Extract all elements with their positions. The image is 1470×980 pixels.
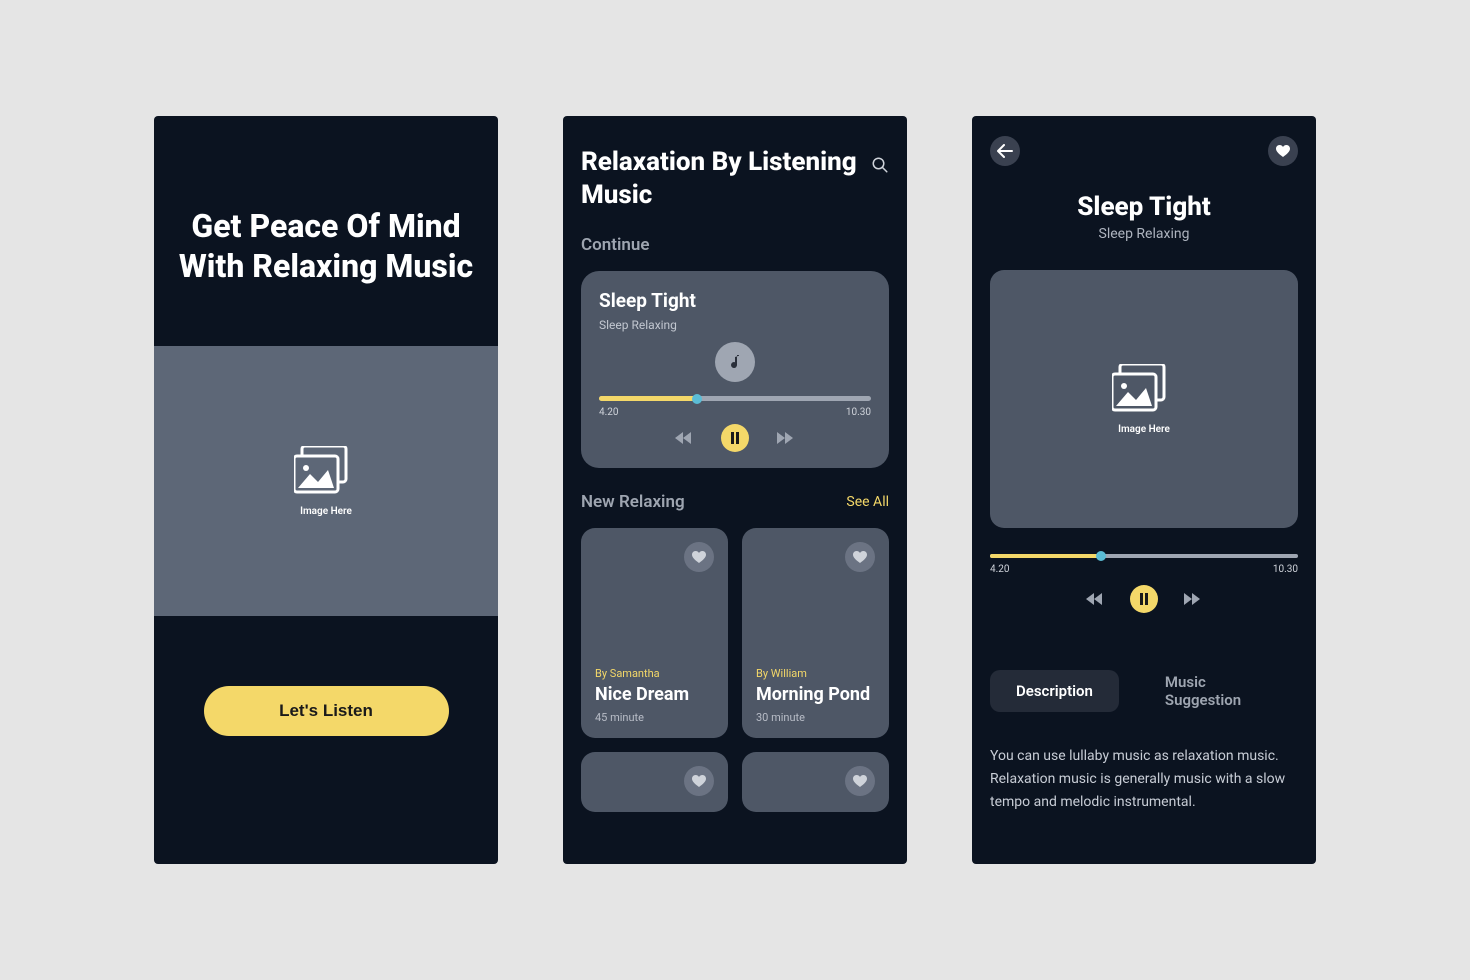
onboarding-title: Get Peace Of Mind With Relaxing Music — [154, 206, 498, 286]
image-placeholder-label: Image Here — [1118, 424, 1170, 435]
onboarding-screen: Get Peace Of Mind With Relaxing Music Im… — [154, 116, 498, 864]
time-total: 10.30 — [846, 407, 871, 418]
home-screen: Relaxation By Listening Music Continue S… — [563, 116, 907, 864]
track-author: By William — [756, 667, 875, 680]
home-title: Relaxation By Listening Music — [581, 146, 871, 211]
rewind-icon[interactable] — [675, 431, 693, 445]
heart-icon — [692, 551, 706, 564]
favorite-button[interactable] — [684, 766, 714, 796]
track-title: Morning Pond — [756, 684, 875, 705]
arrow-left-icon — [997, 144, 1013, 158]
image-placeholder-label: Image Here — [300, 506, 352, 517]
description-text: You can use lullaby music as relaxation … — [990, 745, 1298, 814]
see-all-link[interactable]: See All — [846, 494, 889, 510]
progress-fill — [990, 554, 1101, 558]
player-controls — [990, 585, 1298, 613]
favorite-button[interactable] — [845, 542, 875, 572]
track-duration: 30 minute — [756, 711, 875, 724]
hero-image-placeholder: Image Here — [154, 346, 498, 616]
favorite-button[interactable] — [1268, 136, 1298, 166]
heart-icon — [853, 775, 867, 788]
new-relaxing-header: New Relaxing See All — [581, 492, 889, 512]
player-track-title: Sleep Tight — [990, 192, 1298, 222]
back-button[interactable] — [990, 136, 1020, 166]
progress-bar[interactable] — [599, 396, 871, 401]
track-duration: 45 minute — [595, 711, 714, 724]
time-row: 4.20 10.30 — [599, 407, 871, 418]
track-card[interactable]: By William Morning Pond 30 minute — [742, 528, 889, 738]
continue-card[interactable]: Sleep Tight Sleep Relaxing 4.20 10.30 — [581, 271, 889, 468]
player-top-bar — [990, 136, 1298, 166]
forward-icon[interactable] — [1184, 592, 1202, 606]
time-row: 4.20 10.30 — [990, 564, 1298, 575]
time-current: 4.20 — [599, 407, 619, 418]
favorite-button[interactable] — [684, 542, 714, 572]
progress-fill — [599, 396, 697, 401]
progress-bar[interactable] — [990, 554, 1298, 558]
image-icon — [1112, 364, 1176, 414]
tab-description[interactable]: Description — [990, 670, 1119, 712]
track-card[interactable]: By Samantha Nice Dream 45 minute — [581, 528, 728, 738]
player-controls — [599, 424, 871, 452]
time-total: 10.30 — [1273, 564, 1298, 575]
track-grid: By Samantha Nice Dream 45 minute By Will… — [581, 528, 889, 812]
image-icon — [294, 446, 358, 496]
track-title: Nice Dream — [595, 684, 714, 705]
continue-section-label: Continue — [581, 235, 889, 255]
continue-track-subtitle: Sleep Relaxing — [599, 318, 871, 332]
progress-thumb[interactable] — [1096, 551, 1106, 561]
progress-thumb[interactable] — [692, 394, 702, 404]
player-screen: Sleep Tight Sleep Relaxing Image Here 4.… — [972, 116, 1316, 864]
tab-music-suggestion[interactable]: Music Suggestion — [1139, 661, 1298, 721]
pause-button[interactable] — [1130, 585, 1158, 613]
heart-icon — [1276, 145, 1290, 158]
music-note-icon — [715, 342, 755, 382]
track-card[interactable] — [742, 752, 889, 812]
player-tabs: Description Music Suggestion — [990, 661, 1298, 721]
forward-icon[interactable] — [777, 431, 795, 445]
favorite-button[interactable] — [845, 766, 875, 796]
player-artwork-placeholder: Image Here — [990, 270, 1298, 528]
player-progress-area: 4.20 10.30 — [990, 554, 1298, 575]
track-author: By Samantha — [595, 667, 714, 680]
player-track-subtitle: Sleep Relaxing — [990, 226, 1298, 242]
track-card[interactable] — [581, 752, 728, 812]
pause-button[interactable] — [721, 424, 749, 452]
continue-track-title: Sleep Tight — [599, 289, 871, 312]
rewind-icon[interactable] — [1086, 592, 1104, 606]
heart-icon — [853, 551, 867, 564]
time-current: 4.20 — [990, 564, 1010, 575]
heart-icon — [692, 775, 706, 788]
home-header: Relaxation By Listening Music — [581, 146, 889, 211]
new-relaxing-label: New Relaxing — [581, 492, 685, 512]
search-icon[interactable] — [871, 154, 889, 176]
lets-listen-button[interactable]: Let's Listen — [204, 686, 449, 736]
